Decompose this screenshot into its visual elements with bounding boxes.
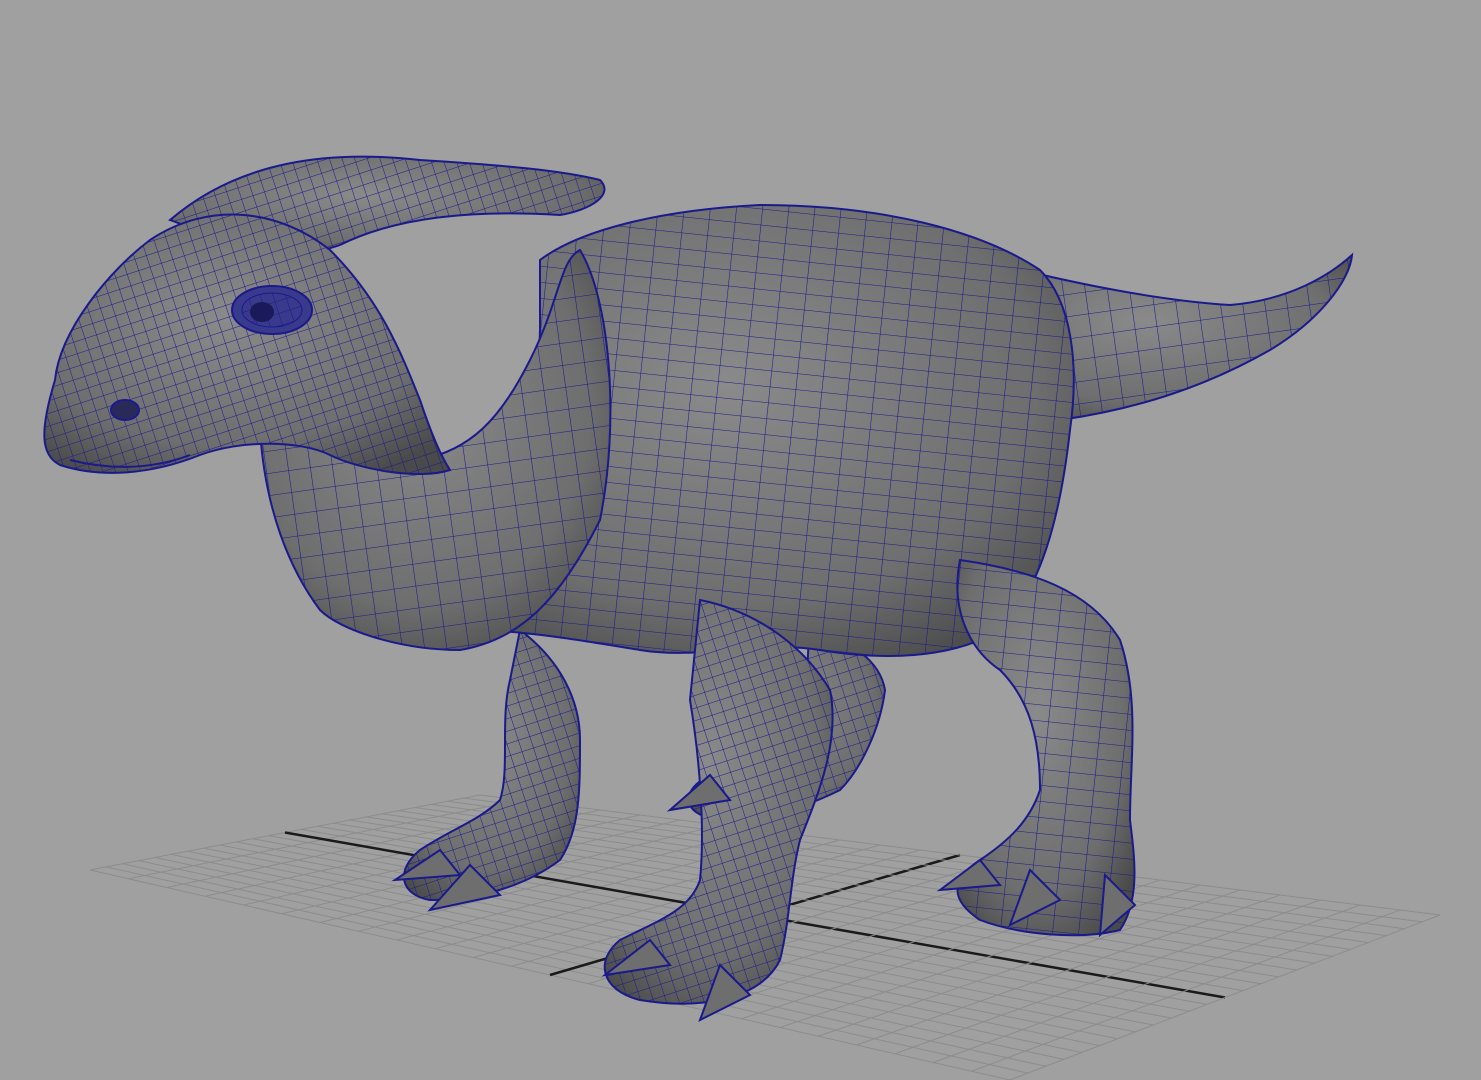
head[interactable] (40, 200, 460, 490)
viewport-scene[interactable] (0, 0, 1481, 1080)
3d-viewport[interactable] (0, 0, 1481, 1080)
grid-line (463, 797, 1423, 923)
eye (231, 285, 313, 335)
nostril (110, 399, 140, 421)
